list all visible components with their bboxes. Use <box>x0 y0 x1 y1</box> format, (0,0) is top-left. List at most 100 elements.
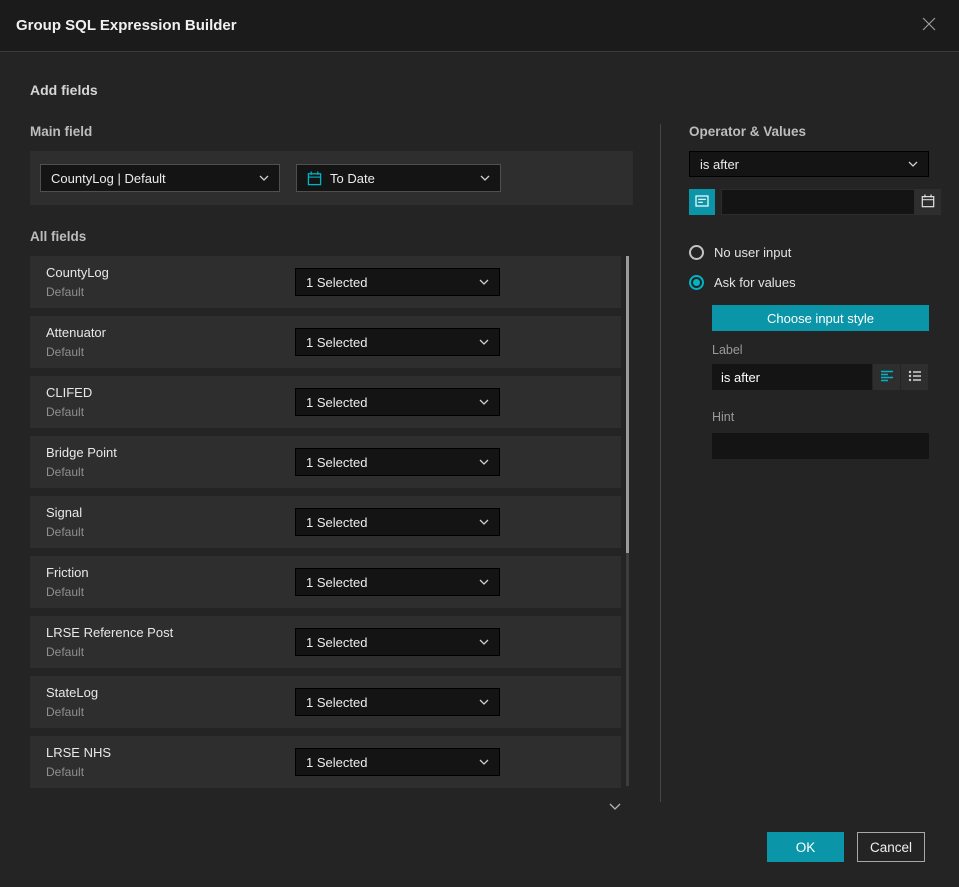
value-row <box>689 189 941 215</box>
field-row: Friction Default 1 Selected <box>30 556 621 608</box>
main-field-select[interactable]: CountyLog | Default <box>40 164 280 192</box>
single-line-toggle-button[interactable] <box>873 364 900 390</box>
field-count-select[interactable]: 1 Selected <box>295 448 500 476</box>
chevron-down-icon <box>480 175 490 181</box>
value-input-wrap <box>721 189 941 215</box>
value-input[interactable] <box>721 189 915 215</box>
ok-button[interactable]: OK <box>767 832 844 862</box>
dialog-footer: OK Cancel <box>767 832 925 862</box>
field-default-label: Default <box>46 405 85 419</box>
chevron-down-icon <box>479 519 489 525</box>
calendar-icon <box>307 170 322 186</box>
field-row: StateLog Default 1 Selected <box>30 676 621 728</box>
field-count-select[interactable]: 1 Selected <box>295 628 500 656</box>
field-row: LRSE NHS Default 1 Selected <box>30 736 621 788</box>
field-default-label: Default <box>46 585 85 599</box>
label-input[interactable] <box>712 364 872 390</box>
operator-values-title: Operator & Values <box>689 124 807 139</box>
operator-values-column: Operator & Values is after No user input… <box>689 124 941 802</box>
field-name: LRSE Reference Post <box>46 625 174 640</box>
field-count-select[interactable]: 1 Selected <box>295 268 500 296</box>
field-default-label: Default <box>46 765 85 779</box>
field-default-label: Default <box>46 705 85 719</box>
column-divider <box>660 124 661 802</box>
field-info: CountyLog Default <box>46 265 295 299</box>
list-scrollbar[interactable] <box>626 256 629 786</box>
scroll-down-icon[interactable] <box>609 803 621 810</box>
scrollbar-thumb[interactable] <box>626 256 629 553</box>
main-field-select-value: CountyLog | Default <box>51 170 166 186</box>
hint-label: Hint <box>712 410 735 424</box>
main-field-label: Main field <box>30 124 93 139</box>
cancel-button[interactable]: Cancel <box>857 832 925 862</box>
chevron-down-icon <box>479 339 489 345</box>
field-name: LRSE NHS <box>46 745 112 760</box>
field-count-select[interactable]: 1 Selected <box>295 388 500 416</box>
date-picker-button[interactable] <box>915 189 941 215</box>
chevron-down-icon <box>479 699 489 705</box>
chevron-down-icon <box>259 175 269 181</box>
radio-label: Ask for values <box>714 275 796 290</box>
field-info: Bridge Point Default <box>46 445 295 479</box>
dialog-title: Group SQL Expression Builder <box>16 17 237 34</box>
date-field-select-value: To Date <box>330 170 375 186</box>
field-name: StateLog <box>46 685 99 700</box>
ask-for-values-options: Choose input style Label is after Hint <box>712 305 929 459</box>
hint-input[interactable] <box>712 433 929 459</box>
field-name: Bridge Point <box>46 445 117 460</box>
chevron-down-icon <box>908 161 918 167</box>
field-count-select[interactable]: 1 Selected <box>295 328 500 356</box>
close-button[interactable] <box>915 12 943 40</box>
field-name: Attenuator <box>46 325 106 340</box>
radio-icon <box>689 245 704 260</box>
chevron-down-icon <box>479 639 489 645</box>
operator-select[interactable]: is after <box>689 151 929 177</box>
field-count-select[interactable]: 1 Selected <box>295 748 500 776</box>
group-sql-expression-builder-dialog: Group SQL Expression Builder Add fields … <box>0 0 959 887</box>
radio-ask-for-values[interactable]: Ask for values <box>689 275 929 290</box>
field-info: LRSE Reference Post Default <box>46 625 295 659</box>
field-count-select[interactable]: 1 Selected <box>295 568 500 596</box>
chevron-down-icon <box>479 579 489 585</box>
field-info: Attenuator Default <box>46 325 295 359</box>
field-count-select[interactable]: 1 Selected <box>295 688 500 716</box>
field-row: CLIFED Default 1 Selected <box>30 376 621 428</box>
chevron-down-icon <box>479 399 489 405</box>
choose-input-style-button[interactable]: Choose input style <box>712 305 929 331</box>
field-row: Attenuator Default 1 Selected <box>30 316 621 368</box>
date-field-select[interactable]: To Date <box>296 164 501 192</box>
calendar-icon <box>921 193 935 211</box>
field-name: CLIFED <box>46 385 93 400</box>
radio-selected-icon <box>689 275 704 290</box>
add-fields-title: Add fields <box>30 82 98 98</box>
all-fields-list: CountyLog Default 1 Selected Attenuator … <box>30 256 633 810</box>
field-info: Friction Default <box>46 565 295 599</box>
field-info: CLIFED Default <box>46 385 295 419</box>
operator-select-value: is after <box>700 156 740 172</box>
chevron-down-icon <box>479 759 489 765</box>
field-default-label: Default <box>46 345 85 359</box>
fields-column: Main field CountyLog | Default To Date A… <box>30 124 633 810</box>
field-default-label: Default <box>46 645 85 659</box>
field-row: Signal Default 1 Selected <box>30 496 621 548</box>
field-name: Friction <box>46 565 89 580</box>
field-info: StateLog Default <box>46 685 295 719</box>
field-row: Bridge Point Default 1 Selected <box>30 436 621 488</box>
field-default-label: Default <box>46 525 85 539</box>
dialog-header: Group SQL Expression Builder <box>0 0 959 52</box>
field-default-label: Default <box>46 465 85 479</box>
field-mode-button[interactable] <box>689 189 715 215</box>
all-fields-label: All fields <box>30 229 87 244</box>
input-field-icon <box>695 194 709 210</box>
list-toggle-button[interactable] <box>901 364 928 390</box>
close-icon <box>921 16 937 35</box>
radio-no-user-input[interactable]: No user input <box>689 245 929 260</box>
field-default-label: Default <box>46 285 85 299</box>
list-icon <box>908 370 922 385</box>
chevron-down-icon <box>479 459 489 465</box>
field-info: LRSE NHS Default <box>46 745 295 779</box>
field-count-select[interactable]: 1 Selected <box>295 508 500 536</box>
field-name: CountyLog <box>46 265 109 280</box>
field-info: Signal Default <box>46 505 295 539</box>
label-label: Label <box>712 343 743 357</box>
